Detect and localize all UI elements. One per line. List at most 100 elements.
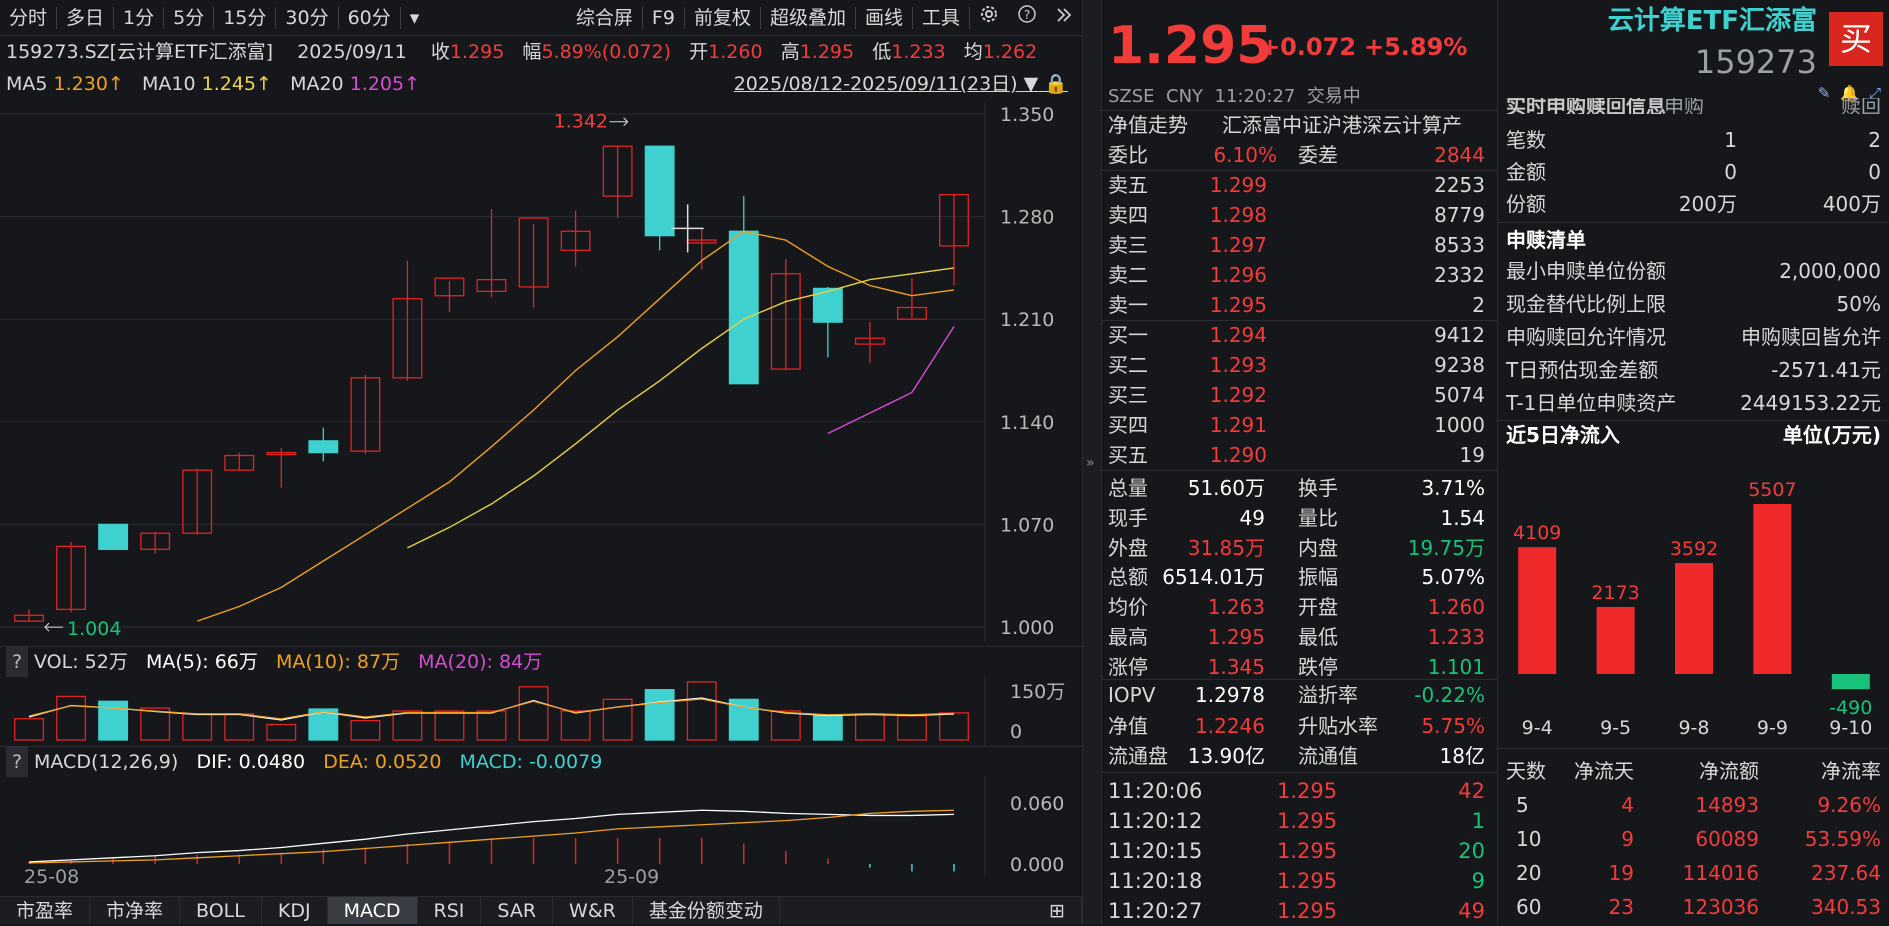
change-value: 5.89%(0.072) <box>541 41 671 63</box>
kline-panel: 分时 多日 1分 5分 15分 30分 60分 ▾ 综合屏 F9 前复权 超级叠… <box>0 0 1082 924</box>
macd-chart[interactable]: 0.0600.000 <box>0 776 1082 876</box>
vol-ma10: MA(10): 87万 <box>276 651 400 673</box>
volume-bar <box>267 725 296 740</box>
open-label: 开 <box>689 41 708 63</box>
collapse-chevron-icon[interactable]: » <box>1086 455 1095 471</box>
buy-button[interactable]: 买 <box>1829 12 1883 66</box>
tick-volume: 49 <box>1458 896 1485 926</box>
gear-icon[interactable] <box>970 0 1008 36</box>
asks-volume: 2 <box>1472 290 1485 320</box>
vol-y-top: 150万 <box>1010 681 1065 703</box>
asks-label: 卖三 <box>1108 230 1148 260</box>
y-tick-label: 1.000 <box>1000 617 1054 639</box>
quote-time: 11:20:27 <box>1215 86 1296 107</box>
high-label: 高 <box>781 41 800 63</box>
tab-pb[interactable]: 市净率 <box>90 897 180 924</box>
stat-label: 总额 <box>1108 562 1148 592</box>
tab-boll[interactable]: BOLL <box>180 897 262 924</box>
price-change: +0.072 <box>1260 32 1356 62</box>
candlestick-chart[interactable]: 1.3501.2801.2101.1401.0701.0001.3421.004 <box>0 102 1082 642</box>
tick-volume: 1 <box>1472 806 1485 836</box>
panel-collapse-handle[interactable]: » <box>1082 0 1102 924</box>
rt-redeem-value: 0 <box>1868 157 1881 187</box>
tab-wr[interactable]: W&R <box>553 897 633 924</box>
f9-button[interactable]: F9 <box>643 0 684 36</box>
forward-adjust-button[interactable]: 前复权 <box>685 0 760 36</box>
netflow-date-label: 9-4 <box>1522 717 1553 739</box>
nav-trend-link[interactable]: 净值走势 <box>1108 110 1188 140</box>
tools-button[interactable]: 工具 <box>913 0 969 36</box>
dropdown-arrow-icon: ▼ <box>1024 73 1039 95</box>
tab-multiday[interactable]: 多日 <box>57 0 113 36</box>
bids-volume: 19 <box>1460 440 1485 470</box>
date-range-selector[interactable]: 2025/08/12-2025/09/11(23日) ▼ 🔒 <box>734 68 1068 100</box>
volume-chart[interactable]: 150万0 <box>0 676 1082 746</box>
macd-dea: DEA: 0.0520 <box>323 751 441 773</box>
tab-60min[interactable]: 60分 <box>339 0 400 36</box>
netflow-date-label: 9-8 <box>1678 717 1709 739</box>
tab-fund-shares[interactable]: 基金份额变动 <box>633 897 780 924</box>
tab-macd[interactable]: MACD <box>328 897 418 924</box>
edit-icon[interactable]: ✎ <box>1818 84 1831 102</box>
tab-5min[interactable]: 5分 <box>164 0 213 36</box>
ma10-line <box>407 268 954 548</box>
creation-value: -2571.41元 <box>1771 355 1881 385</box>
ma10-label: MA10 <box>142 73 196 95</box>
divider <box>1102 772 1497 773</box>
volume-bar <box>477 711 506 740</box>
flow-table-cell: 9.26% <box>1817 790 1881 820</box>
change-label: 幅 <box>522 41 541 63</box>
col-subscribe: 申购 <box>1664 98 1704 114</box>
tab-30min[interactable]: 30分 <box>276 0 337 36</box>
double-chevron-right-icon[interactable] <box>1046 0 1082 36</box>
rt-subscribe-value: 1 <box>1724 125 1737 155</box>
stat-label: 振幅 <box>1298 562 1338 592</box>
tab-kdj[interactable]: KDJ <box>262 897 328 924</box>
x-label-sep: 25-09 <box>604 866 659 888</box>
netflow-bar-label: 4109 <box>1513 522 1561 544</box>
stat-label: 开盘 <box>1298 592 1338 622</box>
tab-1min[interactable]: 1分 <box>114 0 163 36</box>
realtime-redemption-title-text: 实时申购赎回信息 <box>1506 98 1666 114</box>
bids-label: 买三 <box>1108 380 1148 410</box>
y-tick-label: 1.210 <box>1000 309 1054 331</box>
stat-value: -0.22% <box>1414 680 1485 710</box>
flow-table-header: 天数 <box>1506 756 1546 786</box>
help-icon[interactable]: ? <box>6 747 28 777</box>
rt-label: 份额 <box>1506 189 1546 219</box>
y-tick-label: 1.350 <box>1000 104 1054 126</box>
vol-ma20: MA(20): 84万 <box>418 651 542 673</box>
macd-name: MACD(12,26,9) <box>34 751 178 773</box>
tab-sar[interactable]: SAR <box>481 897 553 924</box>
avg-label: 均 <box>964 41 983 63</box>
stat-label: 内盘 <box>1298 533 1338 563</box>
asks-volume: 2253 <box>1434 170 1485 200</box>
stat-value: 5.75% <box>1421 711 1485 741</box>
tracking-index: 汇添富中证沪港深云计算产 <box>1222 110 1462 140</box>
trade-date: 2025/09/11 <box>297 41 407 63</box>
bids-price: 1.292 <box>1210 380 1267 410</box>
help-icon[interactable]: ? <box>1008 0 1046 36</box>
stat-value: 3.71% <box>1421 473 1485 503</box>
more-periods-dropdown[interactable]: ▾ <box>401 0 429 36</box>
add-tab-icon[interactable]: ⊞ <box>1033 897 1082 924</box>
creation-label: T日预估现金差额 <box>1506 355 1658 385</box>
draw-line-button[interactable]: 画线 <box>856 0 912 36</box>
flow-table-cell: 123036 <box>1683 892 1759 922</box>
flow-table-cell: 340.53 <box>1811 892 1881 922</box>
divider <box>1102 470 1497 471</box>
lock-icon[interactable]: 🔒 <box>1044 73 1068 95</box>
tab-rsi[interactable]: RSI <box>418 897 482 924</box>
stat-value: 18亿 <box>1440 741 1485 771</box>
rt-label: 笔数 <box>1506 125 1546 155</box>
candle-body <box>99 524 128 549</box>
volume-bar <box>561 711 590 740</box>
crosshair-cursor <box>672 204 704 252</box>
tab-15min[interactable]: 15分 <box>214 0 275 36</box>
volume-bar <box>225 714 254 740</box>
tab-pe[interactable]: 市盈率 <box>0 897 90 924</box>
tab-timeshare[interactable]: 分时 <box>0 0 56 36</box>
help-icon[interactable]: ? <box>6 647 28 677</box>
composite-screen-button[interactable]: 综合屏 <box>567 0 642 36</box>
overlay-button[interactable]: 超级叠加 <box>761 0 855 36</box>
